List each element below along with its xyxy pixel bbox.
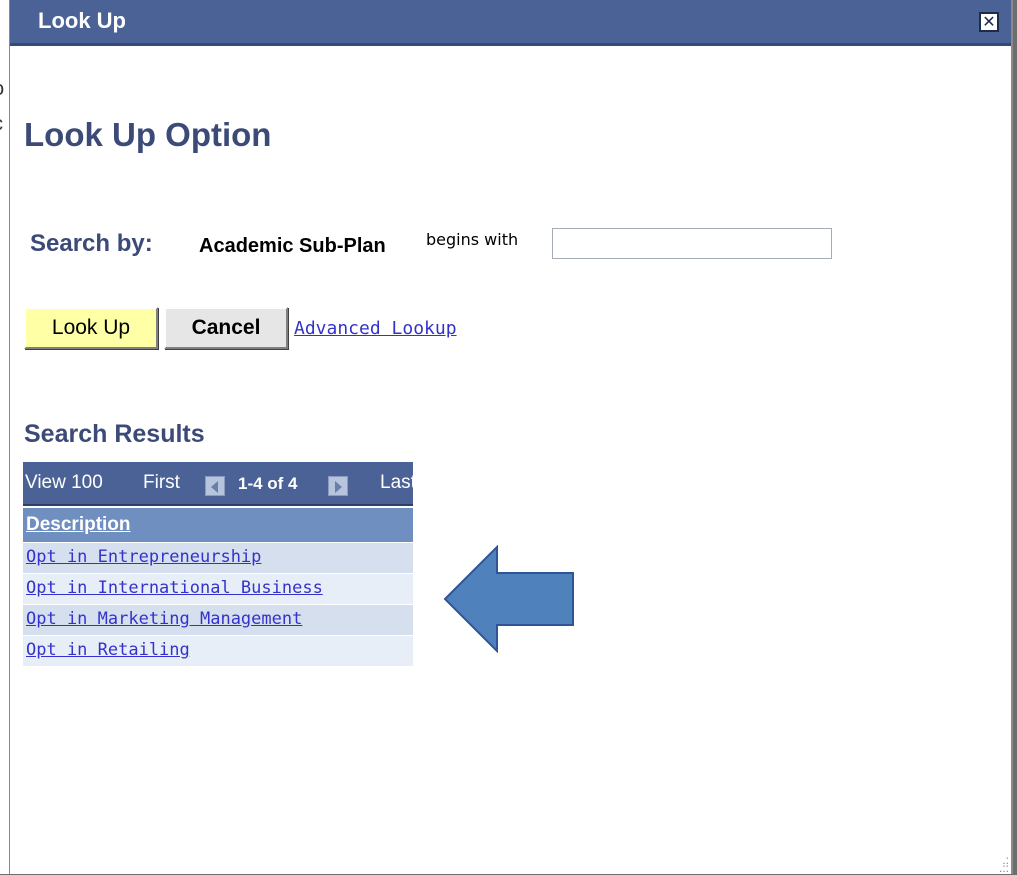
search-by-label: Search by: bbox=[30, 230, 153, 257]
dialog-title-bar[interactable]: Look Up ✕ bbox=[10, 0, 1011, 46]
close-icon[interactable]: ✕ bbox=[979, 12, 999, 32]
search-field-name: Academic Sub-Plan bbox=[199, 235, 386, 257]
dialog-title: Look Up bbox=[38, 8, 126, 33]
description-header-label[interactable]: Description bbox=[26, 514, 131, 536]
resize-grip-icon[interactable]: .:.:: bbox=[993, 854, 1009, 874]
result-link[interactable]: Opt in Marketing Management bbox=[26, 609, 302, 629]
results-grid: View 100 First 1-4 of 4 Last Description… bbox=[23, 462, 416, 666]
first-link[interactable]: First bbox=[143, 472, 180, 494]
result-link[interactable]: Opt in Entrepreneurship bbox=[26, 547, 261, 567]
table-row: Opt in Entrepreneurship bbox=[23, 542, 413, 573]
description-column-header[interactable]: Description bbox=[23, 508, 413, 542]
grid-navigation-bar: View 100 First 1-4 of 4 Last bbox=[23, 462, 416, 506]
cancel-button[interactable]: Cancel bbox=[164, 307, 288, 349]
search-results-heading: Search Results bbox=[24, 420, 205, 448]
search-input[interactable] bbox=[552, 228, 832, 259]
page-title: Look Up Option bbox=[24, 116, 272, 153]
advanced-lookup-link[interactable]: Advanced Lookup bbox=[294, 318, 457, 339]
table-row: Opt in Retailing bbox=[23, 635, 413, 666]
table-row: Opt in Marketing Management bbox=[23, 604, 413, 635]
view-100-link[interactable]: View 100 bbox=[25, 472, 103, 494]
left-pointing-arrow-icon bbox=[443, 545, 574, 653]
search-operator: begins with bbox=[426, 230, 519, 249]
table-row: Opt in International Business bbox=[23, 573, 413, 604]
row-range: 1-4 of 4 bbox=[238, 474, 298, 493]
look-up-button[interactable]: Look Up bbox=[24, 307, 158, 349]
last-link[interactable]: Last bbox=[380, 472, 416, 494]
result-link[interactable]: Opt in International Business bbox=[26, 578, 323, 598]
lookup-dialog: Look Up ✕ Look Up Option Search by: Acad… bbox=[9, 0, 1013, 874]
result-link[interactable]: Opt in Retailing bbox=[26, 640, 190, 660]
previous-arrow-icon[interactable] bbox=[205, 476, 225, 496]
next-arrow-icon[interactable] bbox=[328, 476, 348, 496]
